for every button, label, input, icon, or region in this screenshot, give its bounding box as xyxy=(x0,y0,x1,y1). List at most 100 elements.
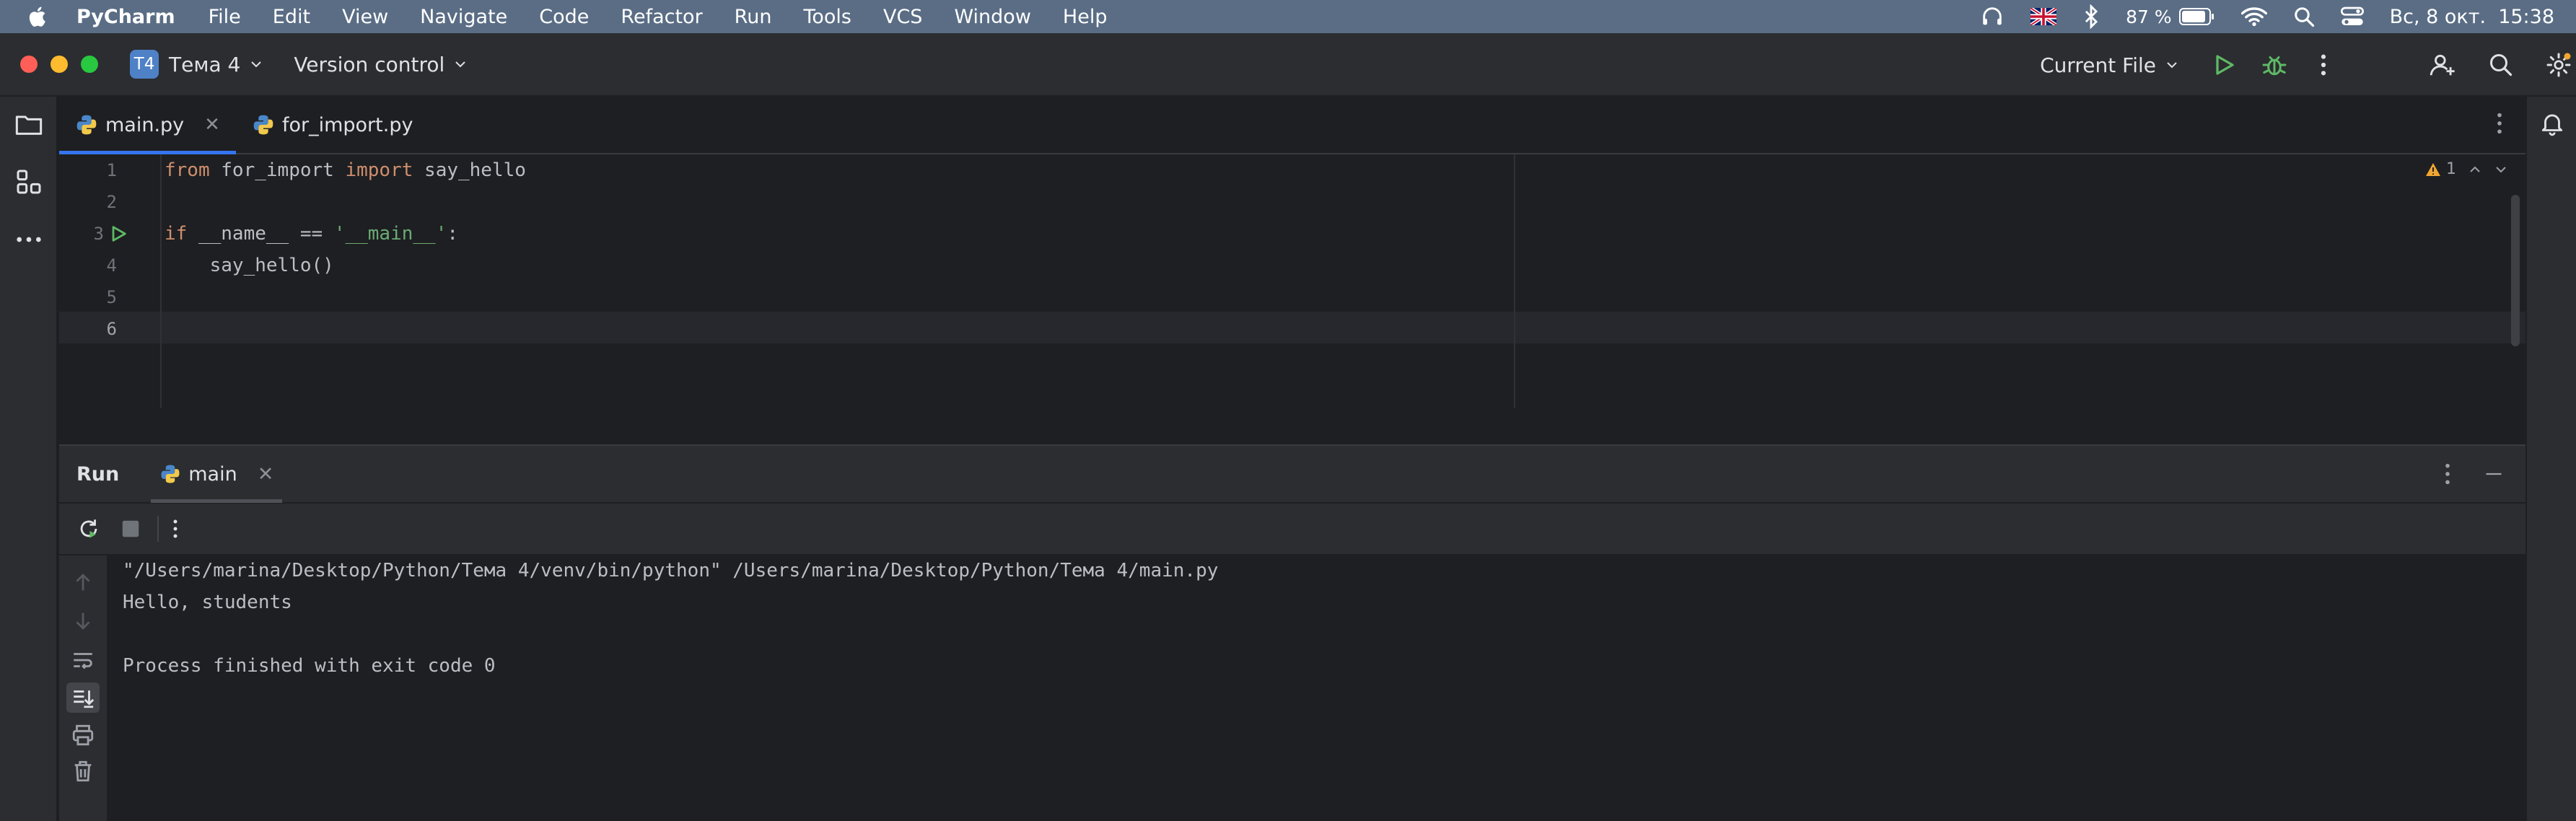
menu-refactor[interactable]: Refactor xyxy=(621,6,702,28)
soft-wrap-icon[interactable] xyxy=(71,648,95,672)
line-number: 6 xyxy=(106,319,117,339)
run-tool-window-header: Run main ✕ xyxy=(59,446,2525,504)
gutter-run-icon[interactable] xyxy=(108,224,128,244)
project-selector[interactable]: T4 Тема 4 xyxy=(130,50,263,79)
arrow-up-icon[interactable] xyxy=(71,570,95,594)
window-controls xyxy=(20,56,98,73)
left-tool-strip xyxy=(0,97,58,821)
project-name: Тема 4 xyxy=(169,52,241,76)
warnings-count: 1 xyxy=(2446,160,2456,178)
menu-tools[interactable]: Tools xyxy=(803,6,851,28)
line-number: 1 xyxy=(106,160,117,180)
print-icon[interactable] xyxy=(71,723,95,747)
console-side-toolbar xyxy=(59,556,107,821)
tab-label: for_import.py xyxy=(281,113,413,136)
run-toolbar xyxy=(59,504,2525,556)
python-file-icon xyxy=(253,115,273,135)
control-center-icon[interactable] xyxy=(2340,6,2364,27)
debug-icon[interactable] xyxy=(2261,52,2287,78)
warning-icon xyxy=(2426,162,2440,176)
run-configuration-label: Current File xyxy=(2040,53,2156,77)
run-icon[interactable] xyxy=(2211,52,2237,78)
chevron-down-icon[interactable] xyxy=(2494,162,2508,177)
right-tool-strip xyxy=(2525,97,2576,821)
line-number: 3 xyxy=(93,224,104,244)
scroll-to-end-toggle[interactable] xyxy=(66,682,100,713)
more-tool-windows-icon[interactable] xyxy=(14,225,43,254)
run-header-actions xyxy=(2443,462,2504,486)
rerun-icon[interactable] xyxy=(76,517,101,541)
search-icon[interactable] xyxy=(2488,52,2514,78)
inspections-widget[interactable]: 1 xyxy=(2424,160,2508,178)
console-output[interactable]: "/Users/marina/Desktop/Python/Тема 4/ven… xyxy=(107,556,2525,821)
spotlight-search-icon[interactable] xyxy=(2293,6,2315,27)
apple-icon[interactable] xyxy=(26,4,51,29)
run-tab-main[interactable]: main ✕ xyxy=(151,445,283,503)
battery-percent: 87 % xyxy=(2126,6,2172,27)
console-line: "/Users/marina/Desktop/Python/Тема 4/ven… xyxy=(123,560,1219,581)
python-file-icon xyxy=(76,115,97,135)
minimize-window-button[interactable] xyxy=(51,56,68,73)
project-folder-icon[interactable] xyxy=(14,110,43,139)
tab-for-import-py[interactable]: for_import.py xyxy=(236,97,429,153)
uk-flag-icon[interactable] xyxy=(2030,8,2057,25)
menu-help[interactable]: Help xyxy=(1063,6,1108,28)
close-tab-icon[interactable]: ✕ xyxy=(258,463,274,486)
menu-vcs[interactable]: VCS xyxy=(883,6,922,28)
battery-indicator[interactable]: 87 % xyxy=(2126,6,2215,27)
notifications-bell-icon[interactable] xyxy=(2538,110,2566,137)
close-window-button[interactable] xyxy=(20,56,38,73)
editor-scrollbar[interactable] xyxy=(2511,195,2520,346)
tab-main-py[interactable]: main.py ✕ xyxy=(59,97,236,154)
arrow-down-icon[interactable] xyxy=(71,609,95,633)
chevron-down-icon xyxy=(251,61,262,68)
code-line-1: from for_import import say_hello xyxy=(165,159,526,181)
tab-options-icon[interactable] xyxy=(2495,111,2504,136)
minimize-panel-icon[interactable] xyxy=(2484,462,2504,486)
code-line-3: if __name__ == '__main__': xyxy=(165,223,459,245)
menu-navigate[interactable]: Navigate xyxy=(420,6,507,28)
run-options-icon[interactable] xyxy=(2443,462,2452,486)
menubar-status-area: 87 % Вс, 8 окт. 15:38 xyxy=(1980,0,2554,33)
menu-code[interactable]: Code xyxy=(539,6,589,28)
clock[interactable]: Вс, 8 окт. 15:38 xyxy=(2390,6,2554,28)
version-control-selector[interactable]: Version control xyxy=(294,53,468,76)
wifi-icon[interactable] xyxy=(2240,6,2267,27)
trash-icon[interactable] xyxy=(71,759,95,783)
stop-icon[interactable] xyxy=(120,518,141,540)
scroll-to-end-icon xyxy=(74,690,95,708)
menu-file[interactable]: File xyxy=(209,6,241,28)
code-editor[interactable]: 1 2 3 4 5 6 from for_import import say_h… xyxy=(59,154,2525,408)
settings-gear-icon[interactable] xyxy=(2546,52,2572,78)
menu-window[interactable]: Window xyxy=(954,6,1030,28)
version-control-label: Version control xyxy=(294,52,445,76)
editor-tabs: main.py ✕ for_import.py xyxy=(59,97,2525,154)
menu-run[interactable]: Run xyxy=(735,6,772,28)
menu-edit[interactable]: Edit xyxy=(273,6,310,28)
headphones-icon[interactable] xyxy=(1980,4,2005,29)
console-line: Process finished with exit code 0 xyxy=(123,655,496,677)
line-number: 2 xyxy=(106,192,117,212)
add-user-icon[interactable] xyxy=(2429,51,2456,79)
run-panel-title: Run xyxy=(76,462,120,486)
menu-app-name[interactable]: PyCharm xyxy=(76,6,175,28)
chevron-down-icon xyxy=(2167,62,2177,69)
battery-icon xyxy=(2178,8,2214,25)
python-file-icon xyxy=(161,465,180,483)
line-number: 5 xyxy=(106,287,117,307)
project-badge: T4 xyxy=(130,50,159,79)
run-configuration-selector[interactable]: Current File xyxy=(2040,53,2179,77)
chevron-up-icon[interactable] xyxy=(2468,162,2482,177)
menu-view[interactable]: View xyxy=(342,6,388,28)
editor-bottom-area xyxy=(59,408,2525,446)
tab-label: main.py xyxy=(105,113,185,136)
close-tab-icon[interactable]: ✕ xyxy=(204,114,220,136)
editor-gutter: 1 2 3 4 5 6 xyxy=(59,154,162,408)
console-line: Hello, students xyxy=(123,592,292,613)
zoom-window-button[interactable] xyxy=(81,56,98,73)
bluetooth-icon[interactable] xyxy=(2082,4,2100,29)
more-actions-icon[interactable] xyxy=(2319,53,2328,77)
toolbar-separator xyxy=(157,516,159,542)
more-run-actions-icon[interactable] xyxy=(172,518,179,540)
structure-icon[interactable] xyxy=(14,167,43,196)
